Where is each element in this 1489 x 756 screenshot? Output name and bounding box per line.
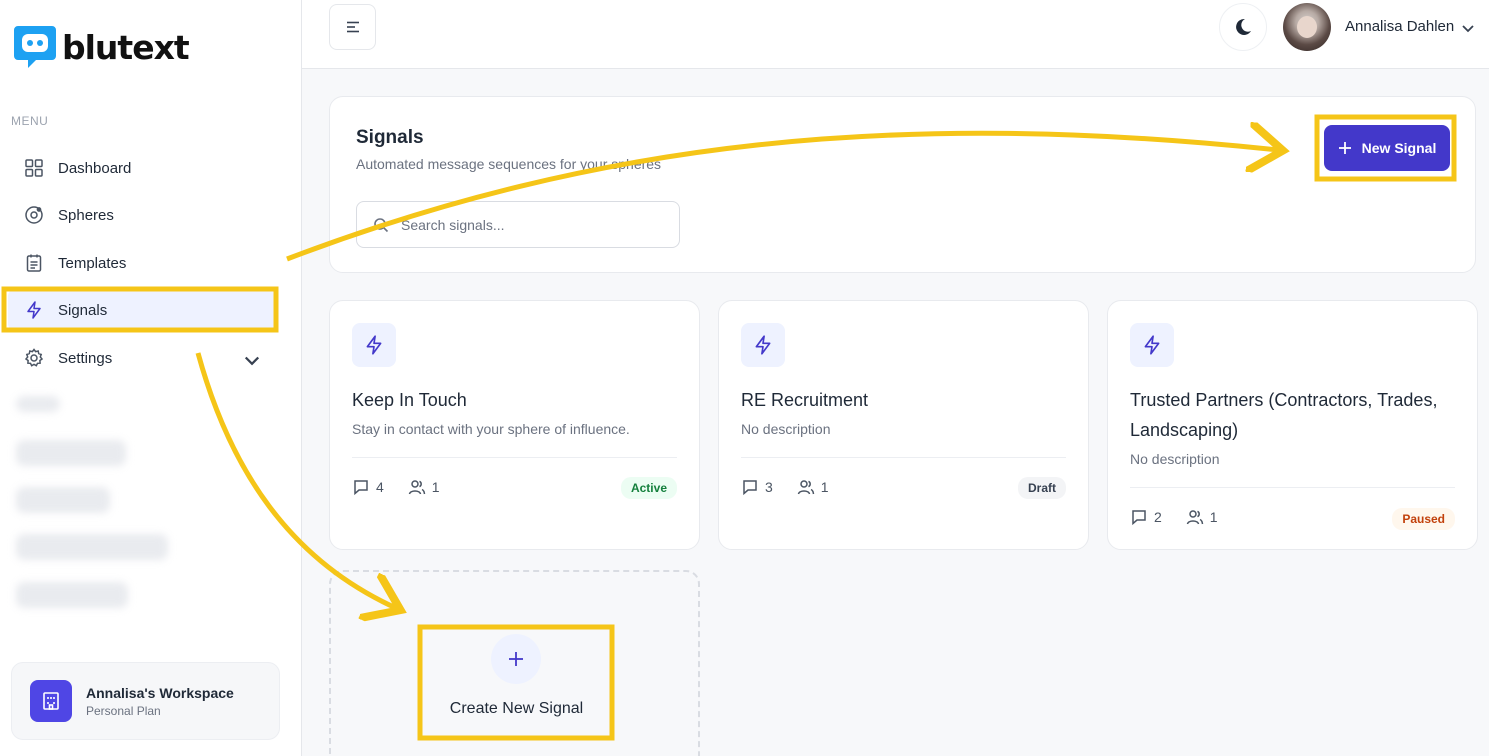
sphere-icon — [25, 206, 43, 224]
topbar: Annalisa Dahlen — [302, 0, 1489, 69]
users-icon — [1186, 510, 1204, 525]
blurred-section-label — [16, 396, 60, 412]
sidebar-item-signals[interactable]: Signals — [8, 290, 276, 330]
search-icon — [374, 217, 389, 232]
signal-description: No description — [741, 421, 831, 437]
building-icon — [30, 680, 72, 722]
gear-icon — [24, 348, 44, 367]
menu-icon — [346, 21, 359, 33]
blurred-nav-item[interactable] — [16, 487, 110, 513]
member-count: 1 — [820, 479, 829, 495]
signal-description: Stay in contact with your sphere of infl… — [352, 421, 630, 437]
new-signal-label: New Signal — [1361, 140, 1437, 156]
signals-header-card: Signals Automated message sequences for … — [329, 96, 1476, 273]
search-input[interactable] — [401, 216, 661, 233]
clipboard-icon — [26, 254, 42, 272]
message-icon — [743, 480, 757, 496]
chevron-down-icon — [244, 356, 260, 366]
signal-card[interactable]: Keep In Touch Stay in contact with your … — [329, 300, 700, 550]
divider — [1130, 487, 1455, 488]
signal-title: Keep In Touch — [352, 390, 467, 410]
search-box[interactable] — [356, 201, 680, 248]
users-icon — [408, 480, 426, 495]
lightning-icon — [352, 323, 396, 367]
sidebar-item-dashboard[interactable]: Dashboard — [8, 148, 276, 188]
status-badge: Active — [620, 477, 677, 499]
chat-bubble-logo-icon — [12, 22, 58, 72]
signal-card[interactable]: RE Recruitment No description 3 1 Draft — [718, 300, 1089, 550]
lightning-icon — [27, 301, 41, 319]
sidebar-item-spheres[interactable]: Spheres — [8, 195, 276, 235]
blurred-nav-item[interactable] — [16, 582, 128, 608]
message-icon — [354, 480, 368, 496]
signal-title: Trusted Partners (Contractors, Trades, L… — [1130, 390, 1438, 440]
sidebar-item-label: Spheres — [58, 206, 114, 224]
message-count: 2 — [1154, 509, 1162, 525]
message-count: 3 — [765, 479, 773, 495]
chevron-down-icon[interactable] — [1460, 20, 1476, 36]
user-name[interactable]: Annalisa Dahlen — [1345, 18, 1454, 35]
member-count: 1 — [1209, 509, 1218, 525]
theme-toggle-button[interactable] — [1219, 3, 1267, 51]
page-title: Signals — [356, 127, 424, 148]
signal-stats: 4 1 — [352, 478, 440, 496]
plus-icon — [1338, 142, 1351, 154]
create-signal-card[interactable]: Create New Signal — [329, 570, 700, 756]
blurred-nav-item[interactable] — [16, 440, 126, 466]
blurred-nav-item[interactable] — [16, 534, 168, 560]
signal-title: RE Recruitment — [741, 390, 869, 410]
brand-logo[interactable]: blutext — [12, 22, 190, 72]
message-icon — [1132, 510, 1146, 526]
lightning-icon — [741, 323, 785, 367]
sidebar-item-settings[interactable]: Settings — [8, 338, 276, 378]
sidebar-item-label: Settings — [58, 349, 113, 367]
workspace-switcher[interactable]: Annalisa's Workspace Personal Plan — [11, 662, 280, 740]
page-subtitle: Automated message sequences for your sph… — [356, 156, 662, 172]
lightning-icon — [1130, 323, 1174, 367]
sidebar: blutext MENU Dashboard Spheres Templates… — [0, 0, 302, 756]
avatar[interactable] — [1283, 3, 1331, 51]
message-count: 4 — [376, 479, 384, 495]
divider — [741, 457, 1066, 458]
member-count: 1 — [431, 479, 440, 495]
sidebar-item-label: Signals — [58, 301, 108, 319]
plus-icon — [491, 634, 541, 684]
signal-description: No description — [1130, 451, 1220, 467]
new-signal-button[interactable]: New Signal — [1324, 125, 1450, 171]
sidebar-item-label: Templates — [58, 254, 127, 272]
menu-toggle-button[interactable] — [329, 4, 376, 50]
divider — [352, 457, 677, 458]
status-badge: Paused — [1392, 508, 1455, 530]
grid-icon — [25, 159, 43, 177]
status-badge: Draft — [1017, 477, 1066, 499]
create-signal-label: Create New Signal — [449, 700, 584, 717]
workspace-plan: Personal Plan — [86, 703, 161, 718]
sidebar-item-label: Dashboard — [58, 159, 132, 177]
workspace-name: Annalisa's Workspace — [86, 684, 234, 701]
signal-stats: 3 1 — [741, 478, 829, 496]
signal-stats: 2 1 — [1130, 508, 1218, 526]
brand-name: blutext — [62, 27, 190, 67]
users-icon — [797, 480, 815, 495]
sidebar-item-templates[interactable]: Templates — [8, 243, 276, 283]
menu-section-label: MENU — [11, 114, 49, 128]
moon-icon — [1236, 18, 1251, 35]
signal-card[interactable]: Trusted Partners (Contractors, Trades, L… — [1107, 300, 1478, 550]
